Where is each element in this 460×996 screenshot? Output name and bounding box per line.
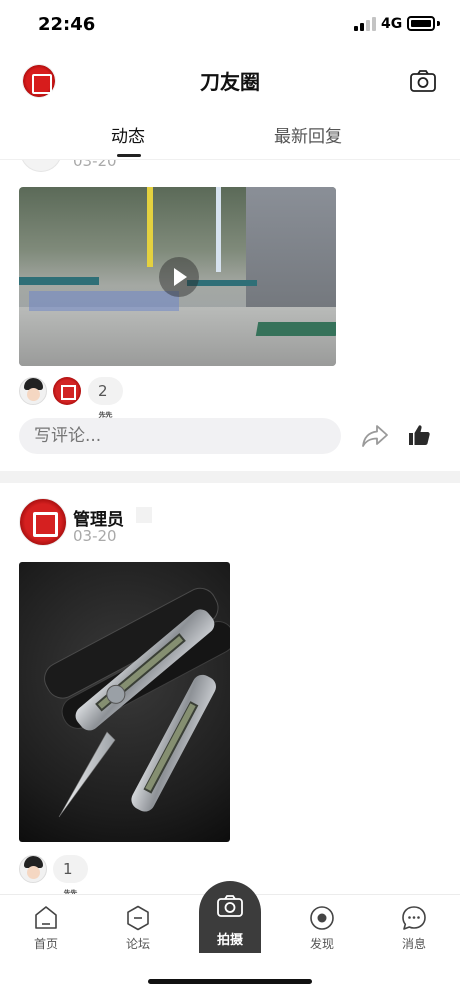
message-icon: [402, 906, 426, 930]
liker-avatar[interactable]: [19, 855, 47, 883]
nav-home[interactable]: 首页: [16, 901, 76, 952]
bottom-nav: 首页 论坛 拍摄 发现 消息: [0, 881, 460, 996]
nav-forum[interactable]: 论坛: [108, 901, 168, 952]
author-badge-icon: [136, 507, 152, 523]
liker-avatar[interactable]: [53, 377, 81, 405]
post-date: 03-20: [73, 527, 117, 545]
nav-forum-label: 论坛: [125, 937, 150, 951]
nav-discover-label: 发现: [309, 937, 334, 951]
home-indicator[interactable]: [148, 979, 312, 984]
camera-icon[interactable]: [410, 70, 436, 92]
discover-icon: [310, 906, 334, 930]
nav-messages-label: 消息: [401, 937, 426, 951]
tab-latest-replies[interactable]: 最新回复: [274, 122, 342, 147]
author-avatar[interactable]: [20, 160, 62, 172]
post-image[interactable]: [19, 562, 230, 842]
liker-avatar[interactable]: [19, 377, 47, 405]
play-icon[interactable]: [159, 257, 199, 297]
tab-indicator: [117, 154, 141, 157]
thumbs-up-icon[interactable]: [407, 423, 431, 447]
battery-icon: [407, 16, 440, 31]
network-label: 4G: [381, 16, 403, 32]
app-header: 刀友圈: [0, 50, 460, 110]
forum-icon: [127, 905, 149, 931]
like-count-badge[interactable]: 1赞: [53, 855, 88, 894]
share-icon[interactable]: [361, 423, 389, 449]
video-thumbnail[interactable]: [19, 187, 336, 366]
status-bar: 22:46 4G: [0, 0, 460, 50]
nav-discover[interactable]: 发现: [292, 901, 352, 952]
comment-input[interactable]: [19, 418, 341, 454]
feed[interactable]: 03-20 2赞 管理员 03-20: [0, 160, 460, 894]
feed-tabs: 动态 最新回复: [0, 114, 460, 160]
status-time: 22:46: [38, 14, 96, 35]
post-divider: [0, 471, 460, 483]
camera-icon: [217, 895, 243, 917]
author-avatar[interactable]: [19, 498, 67, 546]
nav-capture-label: 拍摄: [216, 933, 243, 948]
nav-home-label: 首页: [33, 937, 58, 951]
tab-activity[interactable]: 动态: [111, 122, 145, 147]
post-date: 03-20: [73, 160, 117, 170]
signal-icon: [354, 17, 376, 31]
page-title: 刀友圈: [200, 70, 260, 94]
nav-capture[interactable]: 拍摄: [199, 881, 261, 953]
nav-messages[interactable]: 消息: [384, 901, 444, 952]
like-count-badge[interactable]: 2赞: [88, 377, 123, 428]
home-icon: [35, 906, 57, 929]
